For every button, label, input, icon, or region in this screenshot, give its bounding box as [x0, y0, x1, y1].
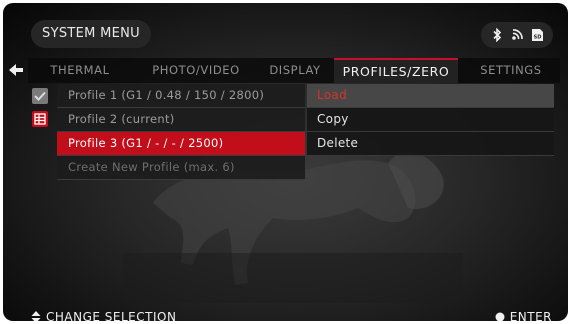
up-down-arrows-icon: [31, 311, 41, 321]
device-screen: SYSTEM MENU SD THERMAL PHOTO/VIDEO DISPL…: [3, 3, 568, 321]
create-new-profile-item[interactable]: Create New Profile (max. 6): [57, 156, 305, 180]
tab-display[interactable]: DISPLAY: [260, 58, 330, 83]
menu-item-copy[interactable]: Copy: [307, 108, 554, 132]
wifi-icon: [511, 29, 523, 40]
status-bar: SD: [481, 22, 553, 48]
profile-item-3[interactable]: Profile 3 (G1 / - / - / 2500): [57, 132, 305, 156]
change-selection-hint: CHANGE SELECTION: [31, 309, 176, 321]
enter-dot-icon: [495, 312, 505, 321]
sd-card-label: SD: [533, 35, 541, 41]
enter-label: ENTER: [509, 310, 552, 321]
tab-photo-video[interactable]: PHOTO/VIDEO: [140, 58, 252, 83]
menu-item-delete[interactable]: Delete: [307, 132, 554, 156]
profile-item-1[interactable]: Profile 1 (G1 / 0.48 / 150 / 2800): [57, 84, 305, 108]
profile-context-menu: Load Copy Delete: [307, 84, 554, 156]
bluetooth-icon: [492, 28, 501, 42]
tab-bar: THERMAL PHOTO/VIDEO DISPLAY PROFILES/ZER…: [28, 58, 560, 83]
sd-card-icon: SD: [531, 29, 543, 41]
menu-item-load[interactable]: Load: [307, 84, 554, 108]
back-arrow-icon[interactable]: [7, 61, 25, 79]
footer-hints: CHANGE SELECTION ENTER: [3, 308, 568, 321]
change-selection-label: CHANGE SELECTION: [46, 310, 177, 321]
profile-item-2[interactable]: Profile 2 (current): [57, 108, 305, 132]
profile-list-icon[interactable]: [30, 109, 50, 129]
system-menu-title: SYSTEM MENU: [31, 20, 151, 48]
profile-list: Profile 1 (G1 / 0.48 / 150 / 2800) Profi…: [57, 84, 305, 180]
checkbox-icon[interactable]: [30, 86, 50, 106]
enter-hint: ENTER: [495, 309, 552, 321]
tab-thermal[interactable]: THERMAL: [34, 58, 126, 83]
tab-profiles-zero[interactable]: PROFILES/ZERO: [334, 58, 458, 83]
tab-settings[interactable]: SETTINGS: [466, 58, 556, 83]
